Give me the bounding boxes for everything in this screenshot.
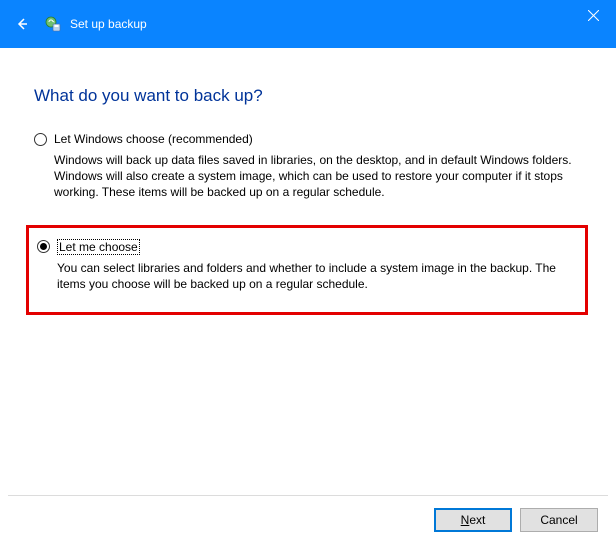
highlight-annotation: Let me choose You can select libraries a…	[26, 225, 588, 315]
desc-auto: Windows will back up data files saved in…	[54, 152, 574, 201]
backup-wizard-icon	[44, 15, 62, 33]
close-button[interactable]	[571, 0, 616, 30]
button-bar: Next Cancel	[434, 508, 598, 532]
window-title: Set up backup	[70, 17, 147, 31]
page-heading: What do you want to back up?	[34, 86, 582, 106]
option-let-me-choose[interactable]: Let me choose You can select libraries a…	[37, 238, 575, 294]
radio-let-me-choose[interactable]	[37, 240, 50, 253]
titlebar: Set up backup	[0, 0, 616, 48]
separator	[8, 495, 608, 496]
back-arrow-icon[interactable]	[14, 16, 30, 32]
wizard-content: What do you want to back up? Let Windows…	[0, 48, 616, 315]
next-button[interactable]: Next	[434, 508, 512, 532]
radio-label-manual: Let me choose	[57, 240, 140, 254]
option-let-windows-choose[interactable]: Let Windows choose (recommended) Windows…	[34, 130, 582, 203]
radio-label-auto: Let Windows choose (recommended)	[54, 132, 253, 146]
cancel-button[interactable]: Cancel	[520, 508, 598, 532]
radio-let-windows-choose[interactable]	[34, 133, 47, 146]
desc-manual: You can select libraries and folders and…	[57, 260, 575, 292]
